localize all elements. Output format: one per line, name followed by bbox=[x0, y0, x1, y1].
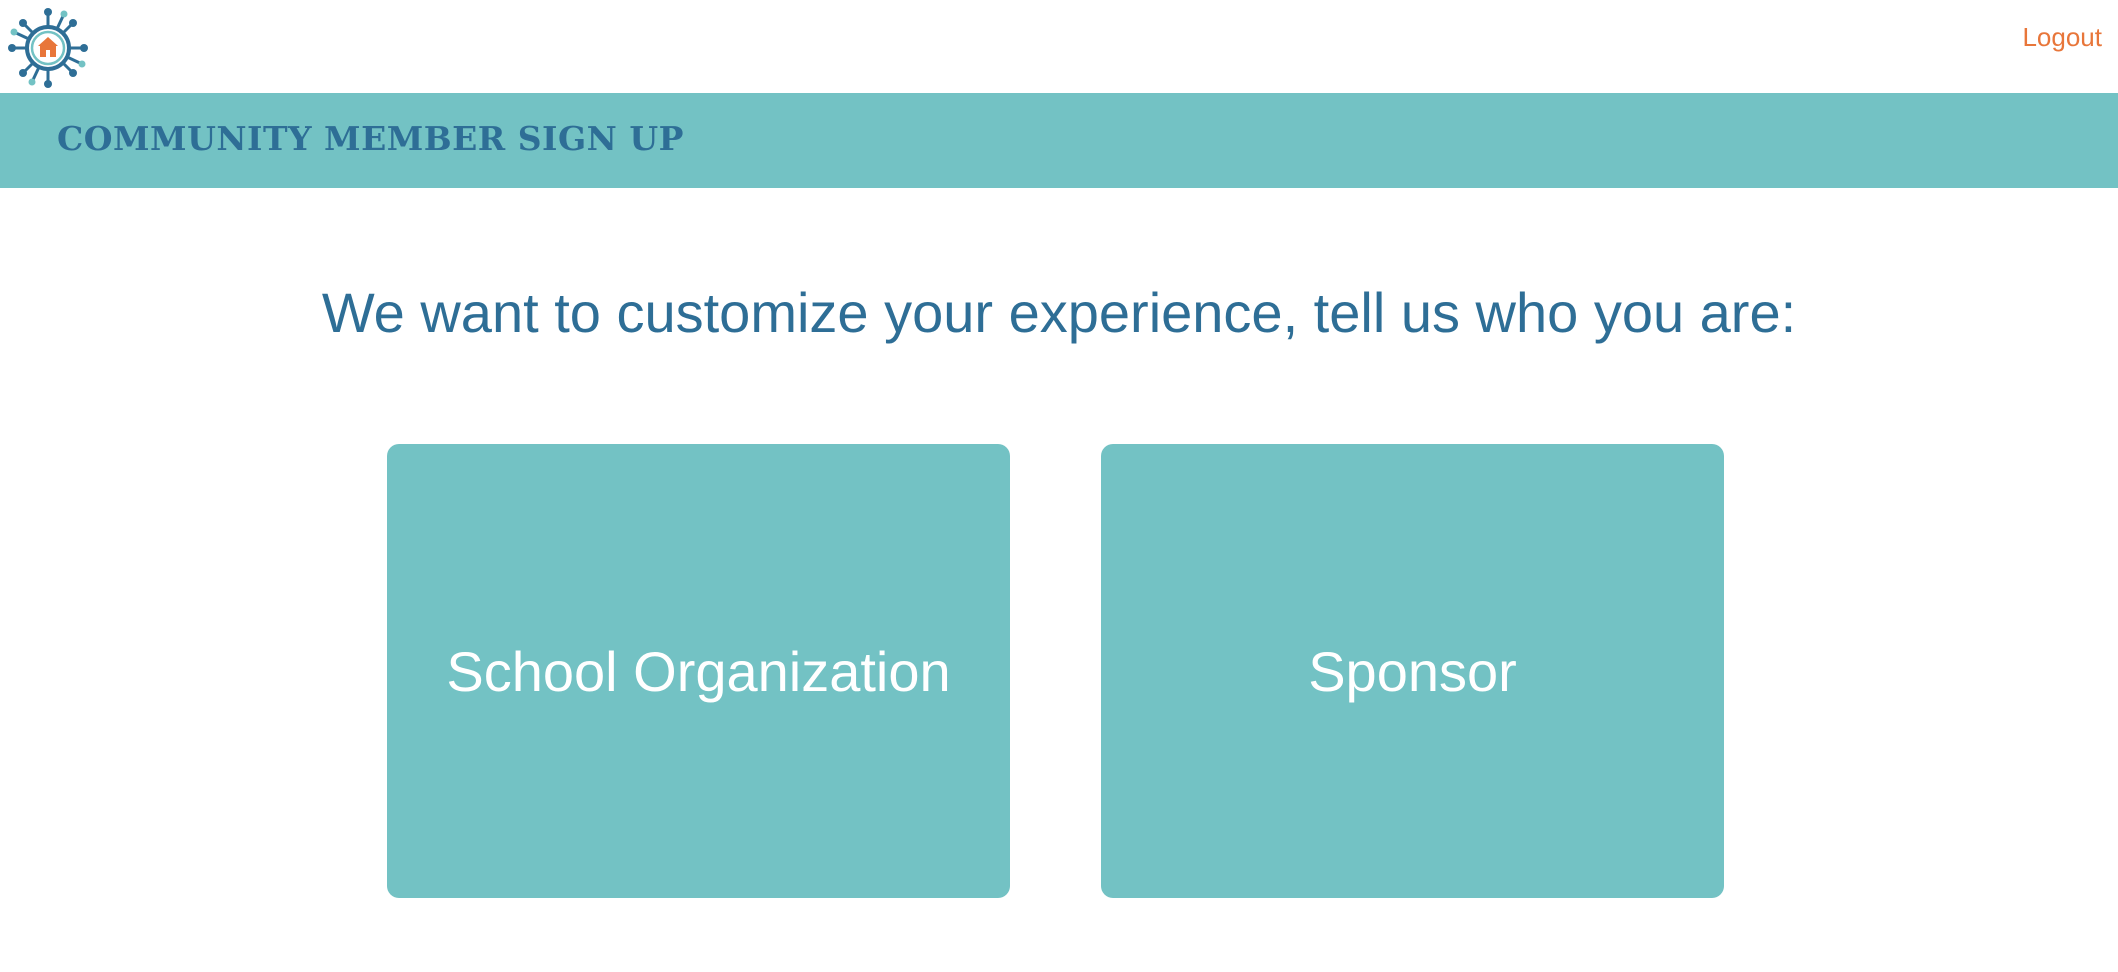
page-title: COMMUNITY MEMBER SIGN UP bbox=[57, 119, 684, 158]
school-organization-button[interactable]: School Organization bbox=[387, 444, 1010, 898]
top-bar: Logout bbox=[0, 0, 2118, 93]
logo-graphic bbox=[8, 8, 88, 88]
logo-icon[interactable] bbox=[6, 6, 90, 90]
page-banner: COMMUNITY MEMBER SIGN UP bbox=[0, 93, 2118, 188]
customize-prompt: We want to customize your experience, te… bbox=[321, 281, 1797, 344]
sponsor-button[interactable]: Sponsor bbox=[1101, 444, 1724, 898]
logout-link[interactable]: Logout bbox=[2022, 22, 2102, 53]
